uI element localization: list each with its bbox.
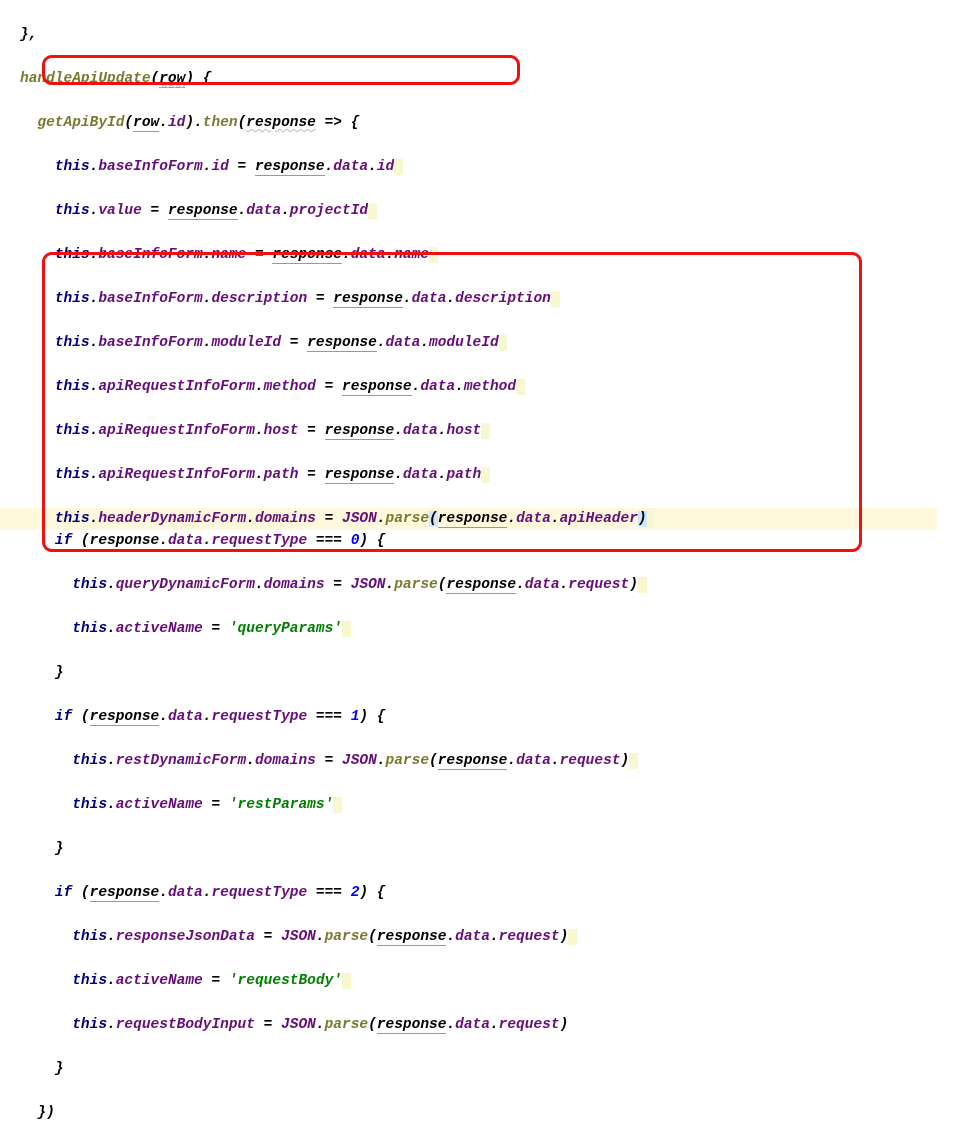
code-line: this.baseInfoForm.description = response… <box>20 288 957 310</box>
code-line: this.value = response.data.projectId <box>20 200 957 222</box>
code-line: getApiById(row.id).then(response => { <box>20 112 957 134</box>
code-line: this.activeName = 'restParams' <box>20 794 957 816</box>
code-line: this.responseJsonData = JSON.parse(respo… <box>20 926 957 948</box>
code-line: this.queryDynamicForm.domains = JSON.par… <box>20 574 957 596</box>
code-line: this.activeName = 'queryParams' <box>20 618 957 640</box>
code-line: }) <box>20 1102 957 1124</box>
code-line: this.apiRequestInfoForm.path = response.… <box>20 464 957 486</box>
code-line: this.baseInfoForm.name = response.data.n… <box>20 244 957 266</box>
code-line: if (response.data.requestType === 2) { <box>20 882 957 904</box>
code-line: this.headerDynamicForm.domains = JSON.pa… <box>0 508 937 530</box>
code-line: if (response.data.requestType === 1) { <box>20 706 957 728</box>
code-line: handleApiUpdate(row) { <box>20 68 957 90</box>
code-line: }, <box>20 24 957 46</box>
code-line: } <box>20 838 957 860</box>
code-line: this.baseInfoForm.moduleId = response.da… <box>20 332 957 354</box>
code-line: this.baseInfoForm.id = response.data.id <box>20 156 957 178</box>
code-line: } <box>20 662 957 684</box>
code-line: this.apiRequestInfoForm.method = respons… <box>20 376 957 398</box>
code-line: this.activeName = 'requestBody' <box>20 970 957 992</box>
code-line: if (response.data.requestType === 0) { <box>20 530 957 552</box>
code-line: this.restDynamicForm.domains = JSON.pars… <box>20 750 957 772</box>
code-line: this.apiRequestInfoForm.host = response.… <box>20 420 957 442</box>
code-line: this.requestBodyInput = JSON.parse(respo… <box>20 1014 957 1036</box>
code-line: } <box>20 1058 957 1080</box>
code-editor[interactable]: }, handleApiUpdate(row) { getApiById(row… <box>0 0 957 1146</box>
